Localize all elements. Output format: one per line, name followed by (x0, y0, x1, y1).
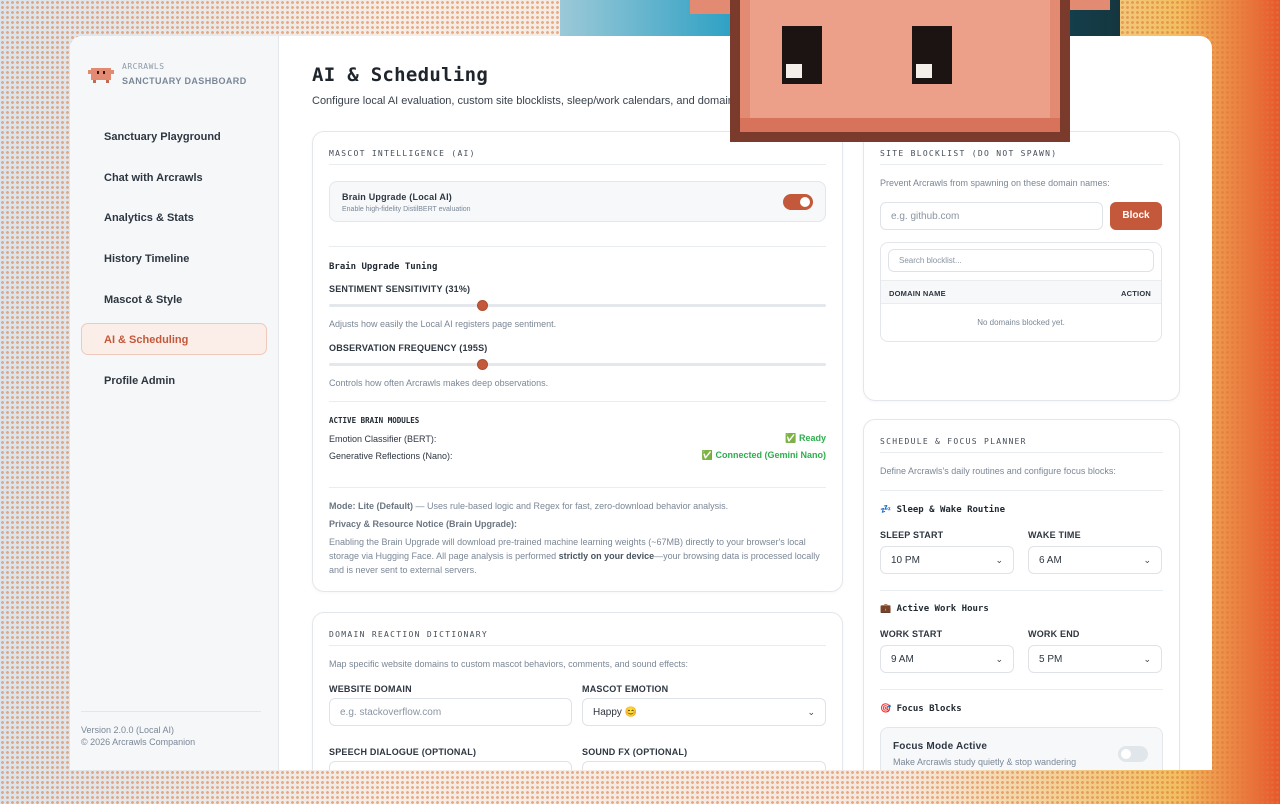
pixel-mascot-image (690, 0, 1110, 142)
work-title: 💼 Active Work Hours (880, 604, 989, 614)
frequency-desc: Controls how often Arcrawls makes deep o… (329, 378, 549, 388)
sound-label: SOUND FX (OPTIONAL) (582, 747, 688, 757)
blocklist-empty: No domains blocked yet. (977, 318, 1065, 327)
toggle-knob (800, 197, 810, 207)
frequency-label: OBSERVATION FREQUENCY (195S) (329, 343, 488, 353)
schedule-desc: Define Arcrawls's daily routines and con… (880, 466, 1116, 476)
sound-input[interactable] (582, 761, 826, 770)
sidebar-item-profile-admin[interactable]: Profile Admin (81, 364, 267, 396)
brain-upgrade-desc: Enable high-fidelity DistilBERT evaluati… (342, 206, 471, 213)
dictionary-heading: DOMAIN REACTION DICTIONARY (329, 630, 826, 646)
privacy-text: Enabling the Brain Upgrade will download… (329, 535, 826, 577)
frequency-slider-thumb[interactable] (477, 359, 489, 370)
emotion-select-value: Happy 😊 (593, 706, 638, 718)
sidebar: ARCRAWLS SANCTUARY DASHBOARD Sanctuary P… (70, 36, 279, 770)
sidebar-footer: Version 2.0.0 (Local AI) © 2026 Arcrawls… (81, 711, 261, 748)
work-start-value: 9 AM (891, 653, 914, 665)
toggle-knob (1121, 749, 1131, 759)
domain-input[interactable]: e.g. stackoverflow.com (329, 698, 572, 726)
focus-mode-row: Focus Mode Active Make Arcrawls study qu… (880, 727, 1163, 770)
wake-time-value: 6 AM (1039, 554, 1062, 566)
sensitivity-label: SENTIMENT SENSITIVITY (31%) (329, 284, 471, 294)
mascot-logo-icon (88, 68, 114, 83)
domain-label: WEBSITE DOMAIN (329, 684, 412, 694)
frequency-slider[interactable] (329, 363, 826, 366)
col-action: ACTION (1121, 289, 1151, 298)
mode-notice: Mode: Lite (Default) — Uses rule-based l… (329, 499, 826, 513)
work-end-value: 5 PM (1039, 653, 1063, 665)
mode-title: Mode: Lite (Default) (329, 501, 413, 511)
dictionary-desc: Map specific website domains to custom m… (329, 659, 689, 669)
brain-upgrade-toggle[interactable] (783, 194, 813, 210)
work-start-label: WORK START (880, 629, 943, 639)
sleep-start-label: SLEEP START (880, 530, 944, 540)
brand: ARCRAWLS SANCTUARY DASHBOARD (70, 36, 278, 88)
brand-name: ARCRAWLS (122, 62, 165, 71)
sidebar-item-history[interactable]: History Timeline (81, 242, 267, 274)
sensitivity-slider[interactable] (329, 304, 826, 307)
dictionary-card: DOMAIN REACTION DICTIONARY Map specific … (312, 612, 843, 770)
brand-subtitle: SANCTUARY DASHBOARD (122, 76, 247, 86)
privacy-title: Privacy & Resource Notice (Brain Upgrade… (329, 519, 518, 529)
col-domain-name: DOMAIN NAME (889, 289, 946, 298)
sidebar-item-mascot-style[interactable]: Mascot & Style (81, 283, 267, 315)
chevron-down-icon: ⌄ (807, 706, 815, 717)
blocklist-heading: SITE BLOCKLIST (DO NOT SPAWN) (880, 149, 1163, 165)
blocklist-search-input[interactable]: Search blocklist... (888, 249, 1154, 272)
speech-input[interactable] (329, 761, 572, 770)
chevron-down-icon: ⌄ (995, 554, 1003, 565)
block-button[interactable]: Block (1110, 202, 1162, 230)
sidebar-item-chat[interactable]: Chat with Arcrawls (81, 161, 267, 193)
work-start-select[interactable]: 9 AM ⌄ (880, 645, 1014, 673)
chevron-down-icon: ⌄ (1143, 653, 1151, 664)
module-name-reflections: Generative Reflections (Nano): (329, 451, 453, 461)
emotion-select[interactable]: Happy 😊 ⌄ (582, 698, 826, 726)
schedule-card: SCHEDULE & FOCUS PLANNER Define Arcrawls… (863, 419, 1180, 770)
version-text: Version 2.0.0 (Local AI) (81, 725, 175, 735)
sidebar-item-analytics[interactable]: Analytics & Stats (81, 201, 267, 233)
copyright-text: © 2026 Arcrawls Companion (81, 737, 196, 747)
brain-upgrade-title: Brain Upgrade (Local AI) (342, 192, 452, 202)
wake-time-select[interactable]: 6 AM ⌄ (1028, 546, 1162, 574)
sidebar-nav: Sanctuary Playground Chat with Arcrawls … (70, 120, 278, 396)
modules-title: ACTIVE BRAIN MODULES (329, 416, 420, 425)
wake-time-label: WAKE TIME (1028, 530, 1081, 540)
brain-upgrade-row: Brain Upgrade (Local AI) Enable high-fid… (329, 181, 826, 222)
sleep-start-value: 10 PM (891, 554, 920, 566)
module-status-emotion: ✅ Ready (785, 433, 826, 443)
emotion-label: MASCOT EMOTION (582, 684, 669, 694)
sleep-title: 💤 Sleep & Wake Routine (880, 505, 1005, 515)
sidebar-item-ai-scheduling[interactable]: AI & Scheduling (81, 323, 267, 356)
module-name-emotion: Emotion Classifier (BERT): (329, 434, 437, 444)
blocklist-domain-input[interactable]: e.g. github.com (880, 202, 1103, 230)
blocklist-table-header: DOMAIN NAME ACTION (881, 280, 1161, 304)
ai-card-heading: MASCOT INTELLIGENCE (AI) (329, 149, 826, 165)
speech-label: SPEECH DIALOGUE (OPTIONAL) (329, 747, 477, 757)
work-end-select[interactable]: 5 PM ⌄ (1028, 645, 1162, 673)
chevron-down-icon: ⌄ (1143, 554, 1151, 565)
mode-text: — Uses rule-based logic and Regex for fa… (413, 501, 729, 511)
chevron-down-icon: ⌄ (995, 653, 1003, 664)
schedule-heading: SCHEDULE & FOCUS PLANNER (880, 437, 1163, 453)
blocklist-table: Search blocklist... DOMAIN NAME ACTION N… (880, 242, 1162, 342)
ai-card: MASCOT INTELLIGENCE (AI) Brain Upgrade (… (312, 131, 843, 592)
focus-mode-title: Focus Mode Active (893, 741, 988, 752)
privacy-text-bold: strictly on your device (558, 551, 655, 561)
work-end-label: WORK END (1028, 629, 1080, 639)
sidebar-item-sanctuary-playground[interactable]: Sanctuary Playground (81, 120, 267, 152)
blocklist-desc: Prevent Arcrawls from spawning on these … (880, 178, 1110, 188)
sensitivity-slider-thumb[interactable] (477, 300, 489, 311)
tuning-title: Brain Upgrade Tuning (329, 262, 438, 272)
focus-title: 🎯 Focus Blocks (880, 704, 962, 714)
focus-mode-desc: Make Arcrawls study quietly & stop wande… (893, 757, 1077, 767)
sensitivity-desc: Adjusts how easily the Local AI register… (329, 319, 557, 329)
module-status-reflections: ✅ Connected (Gemini Nano) (701, 450, 826, 460)
sleep-start-select[interactable]: 10 PM ⌄ (880, 546, 1014, 574)
focus-mode-toggle[interactable] (1118, 746, 1148, 762)
blocklist-card: SITE BLOCKLIST (DO NOT SPAWN) Prevent Ar… (863, 131, 1180, 401)
